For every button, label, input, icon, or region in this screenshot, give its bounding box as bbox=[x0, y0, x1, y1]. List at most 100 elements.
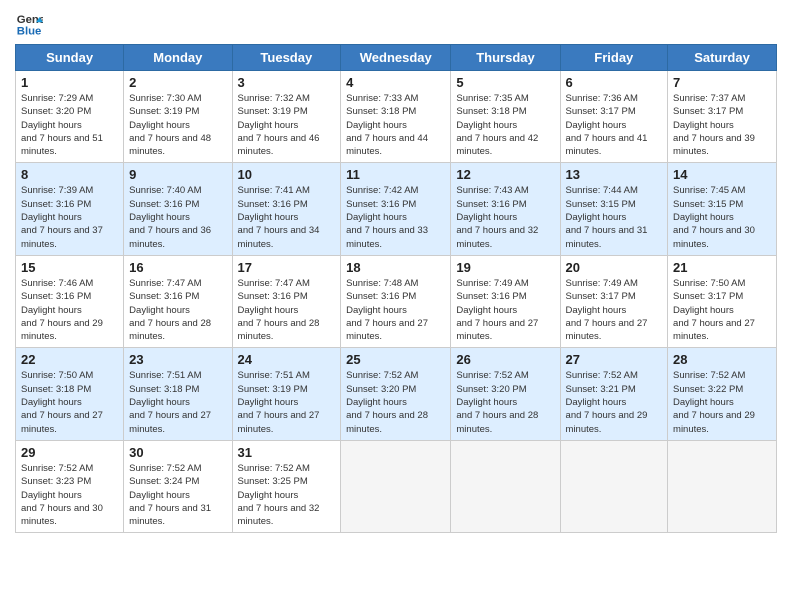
day-info: Sunrise: 7:36 AMSunset: 3:17 PMDaylight … bbox=[566, 92, 663, 158]
day-number: 16 bbox=[129, 260, 226, 275]
day-info: Sunrise: 7:52 AMSunset: 3:20 PMDaylight … bbox=[456, 369, 554, 435]
day-number: 3 bbox=[238, 75, 336, 90]
day-number: 8 bbox=[21, 167, 118, 182]
col-header-saturday: Saturday bbox=[668, 45, 777, 71]
day-info: Sunrise: 7:47 AMSunset: 3:16 PMDaylight … bbox=[129, 277, 226, 343]
day-info: Sunrise: 7:40 AMSunset: 3:16 PMDaylight … bbox=[129, 184, 226, 250]
day-number: 21 bbox=[673, 260, 771, 275]
empty-cell bbox=[560, 440, 668, 532]
col-header-wednesday: Wednesday bbox=[341, 45, 451, 71]
day-number: 30 bbox=[129, 445, 226, 460]
day-info: Sunrise: 7:29 AMSunset: 3:20 PMDaylight … bbox=[21, 92, 118, 158]
day-number: 28 bbox=[673, 352, 771, 367]
day-info: Sunrise: 7:47 AMSunset: 3:16 PMDaylight … bbox=[238, 277, 336, 343]
day-info: Sunrise: 7:49 AMSunset: 3:16 PMDaylight … bbox=[456, 277, 554, 343]
day-number: 12 bbox=[456, 167, 554, 182]
empty-cell bbox=[341, 440, 451, 532]
day-number: 9 bbox=[129, 167, 226, 182]
day-info: Sunrise: 7:44 AMSunset: 3:15 PMDaylight … bbox=[566, 184, 663, 250]
day-cell-18: 18Sunrise: 7:48 AMSunset: 3:16 PMDayligh… bbox=[341, 255, 451, 347]
day-cell-25: 25Sunrise: 7:52 AMSunset: 3:20 PMDayligh… bbox=[341, 348, 451, 440]
day-number: 22 bbox=[21, 352, 118, 367]
logo: General Blue bbox=[15, 10, 47, 38]
day-cell-27: 27 Sunrise: 7:52 AMSunset: 3:21 PMDayligh… bbox=[560, 348, 668, 440]
day-cell-17: 17 Sunrise: 7:47 AMSunset: 3:16 PMDayligh… bbox=[232, 255, 341, 347]
day-cell-11: 11 Sunrise: 7:42 AMSunset: 3:16 PMDayligh… bbox=[341, 163, 451, 255]
day-info: Sunrise: 7:52 AMSunset: 3:21 PMDaylight … bbox=[566, 369, 663, 435]
day-number: 20 bbox=[566, 260, 663, 275]
day-number: 14 bbox=[673, 167, 771, 182]
day-info: Sunrise: 7:50 AMSunset: 3:18 PMDaylight … bbox=[21, 369, 118, 435]
day-number: 15 bbox=[21, 260, 118, 275]
day-number: 31 bbox=[238, 445, 336, 460]
day-cell-15: 15Sunrise: 7:46 AMSunset: 3:16 PMDayligh… bbox=[16, 255, 124, 347]
day-cell-12: 12 Sunrise: 7:43 AMSunset: 3:16 PMDayligh… bbox=[451, 163, 560, 255]
day-cell-4: 4Sunrise: 7:33 AMSunset: 3:18 PMDaylight… bbox=[341, 71, 451, 163]
day-number: 26 bbox=[456, 352, 554, 367]
day-info: Sunrise: 7:42 AMSunset: 3:16 PMDaylight … bbox=[346, 184, 445, 250]
day-number: 7 bbox=[673, 75, 771, 90]
day-number: 13 bbox=[566, 167, 663, 182]
col-header-sunday: Sunday bbox=[16, 45, 124, 71]
day-cell-1: 1 Sunrise: 7:29 AMSunset: 3:20 PMDaylight… bbox=[16, 71, 124, 163]
day-info: Sunrise: 7:51 AMSunset: 3:18 PMDaylight … bbox=[129, 369, 226, 435]
day-info: Sunrise: 7:49 AMSunset: 3:17 PMDaylight … bbox=[566, 277, 663, 343]
day-cell-2: 2 Sunrise: 7:30 AMSunset: 3:19 PMDaylight… bbox=[124, 71, 232, 163]
day-cell-28: 28 Sunrise: 7:52 AMSunset: 3:22 PMDayligh… bbox=[668, 348, 777, 440]
day-cell-26: 26 Sunrise: 7:52 AMSunset: 3:20 PMDayligh… bbox=[451, 348, 560, 440]
day-cell-31: 31 Sunrise: 7:52 AMSunset: 3:25 PMDayligh… bbox=[232, 440, 341, 532]
day-cell-13: 13 Sunrise: 7:44 AMSunset: 3:15 PMDayligh… bbox=[560, 163, 668, 255]
day-cell-20: 20 Sunrise: 7:49 AMSunset: 3:17 PMDayligh… bbox=[560, 255, 668, 347]
day-number: 2 bbox=[129, 75, 226, 90]
day-cell-3: 3 Sunrise: 7:32 AMSunset: 3:19 PMDaylight… bbox=[232, 71, 341, 163]
day-cell-10: 10 Sunrise: 7:41 AMSunset: 3:16 PMDayligh… bbox=[232, 163, 341, 255]
day-number: 19 bbox=[456, 260, 554, 275]
day-info: Sunrise: 7:50 AMSunset: 3:17 PMDaylight … bbox=[673, 277, 771, 343]
day-info: Sunrise: 7:52 AMSunset: 3:25 PMDaylight … bbox=[238, 462, 336, 528]
day-number: 24 bbox=[238, 352, 336, 367]
calendar-table: SundayMondayTuesdayWednesdayThursdayFrid… bbox=[15, 44, 777, 533]
day-info: Sunrise: 7:41 AMSunset: 3:16 PMDaylight … bbox=[238, 184, 336, 250]
day-number: 11 bbox=[346, 167, 445, 182]
calendar-page: General Blue SundayMondayTuesdayWednesda… bbox=[0, 0, 792, 548]
header-row: SundayMondayTuesdayWednesdayThursdayFrid… bbox=[16, 45, 777, 71]
day-number: 10 bbox=[238, 167, 336, 182]
day-info: Sunrise: 7:35 AMSunset: 3:18 PMDaylight … bbox=[456, 92, 554, 158]
day-cell-9: 9 Sunrise: 7:40 AMSunset: 3:16 PMDaylight… bbox=[124, 163, 232, 255]
day-info: Sunrise: 7:32 AMSunset: 3:19 PMDaylight … bbox=[238, 92, 336, 158]
day-info: Sunrise: 7:43 AMSunset: 3:16 PMDaylight … bbox=[456, 184, 554, 250]
empty-cell bbox=[668, 440, 777, 532]
day-cell-29: 29Sunrise: 7:52 AMSunset: 3:23 PMDayligh… bbox=[16, 440, 124, 532]
day-number: 25 bbox=[346, 352, 445, 367]
day-cell-16: 16 Sunrise: 7:47 AMSunset: 3:16 PMDayligh… bbox=[124, 255, 232, 347]
day-info: Sunrise: 7:52 AMSunset: 3:24 PMDaylight … bbox=[129, 462, 226, 528]
day-cell-19: 19 Sunrise: 7:49 AMSunset: 3:16 PMDayligh… bbox=[451, 255, 560, 347]
day-cell-5: 5 Sunrise: 7:35 AMSunset: 3:18 PMDaylight… bbox=[451, 71, 560, 163]
day-cell-30: 30 Sunrise: 7:52 AMSunset: 3:24 PMDayligh… bbox=[124, 440, 232, 532]
col-header-thursday: Thursday bbox=[451, 45, 560, 71]
day-cell-6: 6 Sunrise: 7:36 AMSunset: 3:17 PMDaylight… bbox=[560, 71, 668, 163]
day-cell-22: 22 Sunrise: 7:50 AMSunset: 3:18 PMDayligh… bbox=[16, 348, 124, 440]
day-number: 6 bbox=[566, 75, 663, 90]
day-info: Sunrise: 7:37 AMSunset: 3:17 PMDaylight … bbox=[673, 92, 771, 158]
empty-cell bbox=[451, 440, 560, 532]
day-cell-23: 23Sunrise: 7:51 AMSunset: 3:18 PMDayligh… bbox=[124, 348, 232, 440]
day-info: Sunrise: 7:52 AMSunset: 3:22 PMDaylight … bbox=[673, 369, 771, 435]
day-cell-8: 8 Sunrise: 7:39 AMSunset: 3:16 PMDaylight… bbox=[16, 163, 124, 255]
day-info: Sunrise: 7:45 AMSunset: 3:15 PMDaylight … bbox=[673, 184, 771, 250]
day-number: 27 bbox=[566, 352, 663, 367]
day-number: 17 bbox=[238, 260, 336, 275]
col-header-tuesday: Tuesday bbox=[232, 45, 341, 71]
day-info: Sunrise: 7:52 AMSunset: 3:23 PMDaylight … bbox=[21, 462, 118, 528]
day-cell-24: 24 Sunrise: 7:51 AMSunset: 3:19 PMDayligh… bbox=[232, 348, 341, 440]
day-info: Sunrise: 7:39 AMSunset: 3:16 PMDaylight … bbox=[21, 184, 118, 250]
day-info: Sunrise: 7:51 AMSunset: 3:19 PMDaylight … bbox=[238, 369, 336, 435]
day-number: 5 bbox=[456, 75, 554, 90]
day-number: 1 bbox=[21, 75, 118, 90]
col-header-friday: Friday bbox=[560, 45, 668, 71]
day-cell-14: 14 Sunrise: 7:45 AMSunset: 3:15 PMDayligh… bbox=[668, 163, 777, 255]
day-info: Sunrise: 7:33 AMSunset: 3:18 PMDaylight … bbox=[346, 92, 445, 158]
day-number: 18 bbox=[346, 260, 445, 275]
header: General Blue bbox=[15, 10, 777, 38]
day-info: Sunrise: 7:30 AMSunset: 3:19 PMDaylight … bbox=[129, 92, 226, 158]
